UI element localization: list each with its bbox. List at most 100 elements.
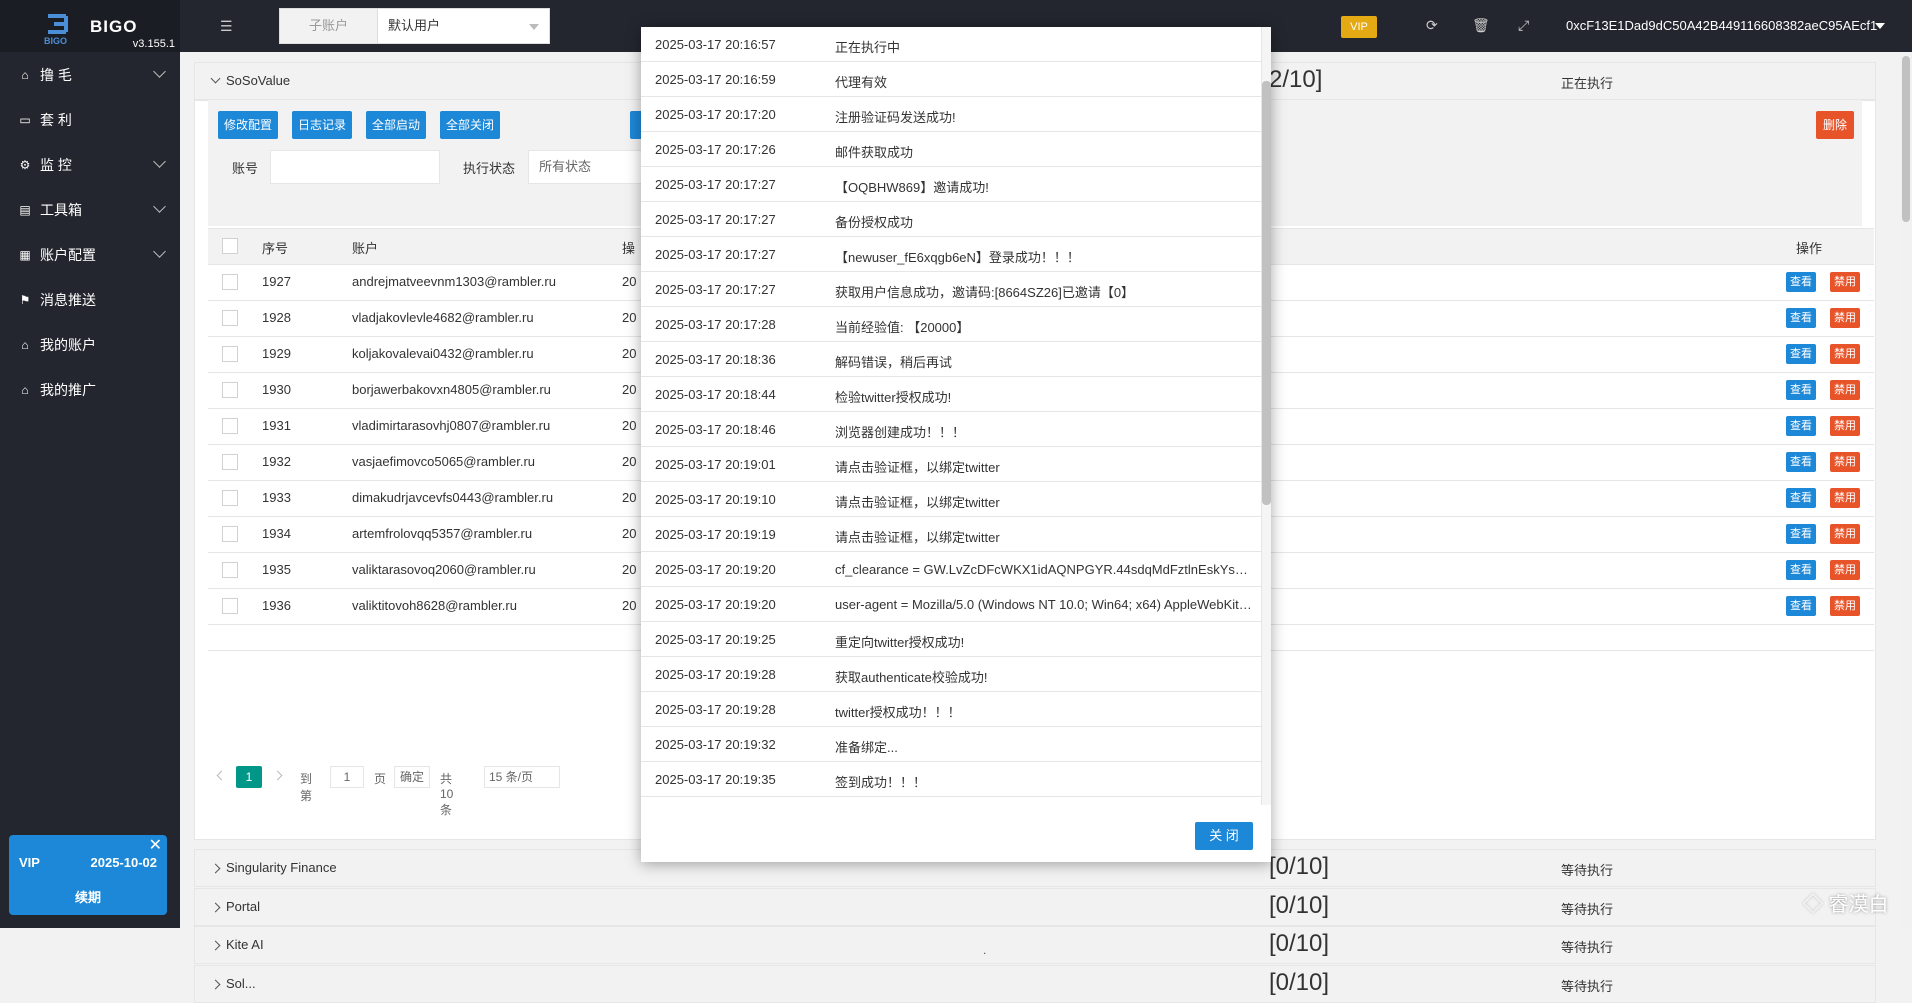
sidebar-item-6[interactable]: ⌂ 我的账户	[0, 322, 180, 367]
log-row: 2025-03-17 20:19:20 cf_clearance = GW.LvZ…	[641, 552, 1261, 587]
log-row: 2025-03-17 20:17:27 获取用户信息成功，邀请码:[8664SZ2…	[641, 272, 1261, 307]
view-button[interactable]: 查看	[1786, 452, 1816, 472]
account-select[interactable]: 子账户 默认用户	[279, 8, 550, 44]
close-modal-button[interactable]: 关 闭	[1195, 822, 1253, 850]
renew-button[interactable]: 续期	[9, 887, 167, 906]
disable-button[interactable]: 禁用	[1830, 380, 1860, 400]
edit-config-button[interactable]: 修改配置	[218, 111, 278, 139]
disable-button[interactable]: 禁用	[1830, 452, 1860, 472]
row-partial: 20	[622, 418, 637, 433]
log-row: 2025-03-17 20:17:20 注册验证码发送成功!	[641, 97, 1261, 132]
section-header[interactable]: Sol... [0/10] 等待执行	[194, 964, 1876, 1003]
confirm-page-button[interactable]: 确定	[394, 766, 430, 788]
view-button[interactable]: 查看	[1786, 524, 1816, 544]
row-account: dimakudrjavcevfs0443@rambler.ru	[352, 490, 554, 505]
home-icon: ⌂	[21, 337, 29, 352]
row-checkbox[interactable]	[222, 490, 238, 506]
window-icon: ▭	[19, 112, 31, 127]
account-filter-input[interactable]	[270, 150, 440, 184]
fullscreen-icon[interactable]: ⤢	[1518, 17, 1529, 34]
section-name: Kite AI	[226, 937, 264, 952]
disable-button[interactable]: 禁用	[1830, 344, 1860, 364]
delete-button[interactable]: 删除	[1816, 111, 1854, 139]
vip-label: VIP	[19, 855, 40, 870]
view-button[interactable]: 查看	[1786, 380, 1816, 400]
row-account: vasjaefimovco5065@rambler.ru	[352, 454, 536, 469]
log-row: 2025-03-17 20:17:28 当前经验值: 【20000】	[641, 307, 1261, 342]
page-scrollbar-thumb[interactable]	[1902, 56, 1910, 222]
row-checkbox[interactable]	[222, 418, 238, 434]
row-checkbox[interactable]	[222, 562, 238, 578]
section-header[interactable]: Kite AI. [0/10] 等待执行	[194, 926, 1876, 964]
view-button[interactable]: 查看	[1786, 488, 1816, 508]
current-page[interactable]: 1	[236, 766, 262, 788]
row-partial: 20	[622, 454, 637, 469]
select-all-checkbox[interactable]	[222, 238, 238, 254]
row-partial: 20	[622, 346, 637, 361]
section-status: 等待执行	[1561, 940, 1614, 955]
trash-icon[interactable]: 🗑	[1472, 17, 1490, 34]
chevron-down-icon	[153, 200, 166, 213]
close-icon[interactable]: ✕	[149, 835, 162, 855]
disable-button[interactable]: 禁用	[1830, 596, 1860, 616]
brand-sub: BIGO	[44, 36, 68, 46]
close-all-button[interactable]: 全部关闭	[440, 111, 500, 139]
disable-button[interactable]: 禁用	[1830, 524, 1860, 544]
disable-button[interactable]: 禁用	[1830, 560, 1860, 580]
section-dot: .	[983, 943, 987, 957]
log-message: 签到成功！！！	[835, 775, 927, 790]
row-checkbox[interactable]	[222, 310, 238, 326]
log-record-button[interactable]: 日志记录	[292, 111, 352, 139]
row-checkbox[interactable]	[222, 382, 238, 398]
wallet-dropdown-icon[interactable]	[1875, 23, 1885, 29]
row-checkbox[interactable]	[222, 598, 238, 614]
menu-toggle-icon[interactable]: ☰	[220, 18, 233, 35]
disable-button[interactable]: 禁用	[1830, 488, 1860, 508]
sidebar-item-0[interactable]: ⌂ 撸 毛	[0, 52, 180, 97]
wallet-address[interactable]: 0xcF13E1Dad9dC50A42B449116608382aeC95AEc…	[1566, 18, 1877, 33]
log-message: user-agent = Mozilla/5.0 (Windows NT 10.…	[835, 597, 1255, 612]
view-button[interactable]: 查看	[1786, 272, 1816, 292]
section-status: 等待执行	[1561, 978, 1614, 994]
log-time: 2025-03-17 20:19:25	[655, 632, 776, 647]
section-status: 正在执行	[1561, 76, 1614, 91]
view-button[interactable]: 查看	[1786, 416, 1816, 436]
chevron-down-icon	[153, 65, 166, 78]
page-input[interactable]: 1	[330, 766, 364, 788]
row-checkbox[interactable]	[222, 526, 238, 542]
view-button[interactable]: 查看	[1786, 596, 1816, 616]
sidebar-item-1[interactable]: ▭ 套 利	[0, 97, 180, 142]
log-message: 邮件获取成功	[835, 145, 914, 160]
view-button[interactable]: 查看	[1786, 344, 1816, 364]
chevron-down-icon	[529, 24, 539, 30]
row-seq: 1929	[262, 346, 291, 361]
sidebar-item-7[interactable]: ⌂ 我的推广	[0, 367, 180, 412]
chevron-right-icon	[210, 940, 221, 951]
section-header[interactable]: Portal [0/10] 等待执行	[194, 887, 1876, 926]
sidebar-item-5[interactable]: ⚑ 消息推送	[0, 277, 180, 322]
vip-card: ✕ VIP 2025-10-02 续期	[9, 835, 167, 915]
per-page-select[interactable]: 15 条/页	[484, 766, 560, 788]
home-icon: ⌂	[21, 382, 29, 397]
log-time: 2025-03-17 20:19:19	[655, 527, 776, 542]
row-seq: 1932	[262, 454, 291, 469]
log-message: 浏览器创建成功！！！	[835, 425, 966, 440]
sidebar-item-4[interactable]: ▦ 账户配置	[0, 232, 180, 277]
log-message: 【newuser_fE6xqgb6eN】登录成功！！！	[835, 250, 1080, 265]
refresh-icon[interactable]: ⟳	[1426, 17, 1438, 34]
row-checkbox[interactable]	[222, 346, 238, 362]
log-time: 2025-03-17 20:17:27	[655, 247, 776, 262]
row-account: vladimirtarasovhj0807@rambler.ru	[352, 418, 551, 433]
view-button[interactable]: 查看	[1786, 560, 1816, 580]
sidebar-item-3[interactable]: ▤ 工具箱	[0, 187, 180, 232]
disable-button[interactable]: 禁用	[1830, 416, 1860, 436]
disable-button[interactable]: 禁用	[1830, 308, 1860, 328]
section-progress: [0/10]	[1269, 968, 1330, 996]
row-checkbox[interactable]	[222, 274, 238, 290]
disable-button[interactable]: 禁用	[1830, 272, 1860, 292]
row-checkbox[interactable]	[222, 454, 238, 470]
log-scrollbar-thumb[interactable]	[1262, 81, 1271, 505]
view-button[interactable]: 查看	[1786, 308, 1816, 328]
start-all-button[interactable]: 全部启动	[366, 111, 426, 139]
sidebar-item-2[interactable]: ⚙ 监 控	[0, 142, 180, 187]
